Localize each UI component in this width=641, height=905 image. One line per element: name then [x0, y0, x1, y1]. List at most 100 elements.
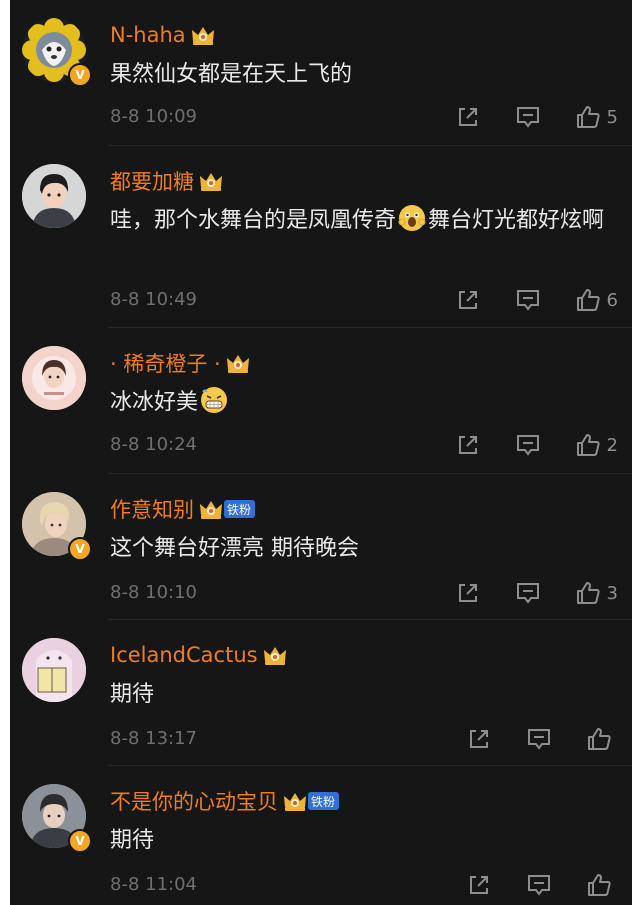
avatar[interactable] [22, 164, 86, 228]
avatar[interactable] [22, 346, 86, 410]
timestamp: 8-8 10:24 [110, 434, 197, 455]
like-button[interactable]: 5 [575, 104, 618, 130]
thumbs-up-icon [576, 289, 600, 311]
comment-item: V 作意知别 铁粉 这个舞台好漂亮 期待晚会 8-8 10:10 3 [10, 474, 632, 620]
comment-actions [432, 872, 618, 898]
crown-icon [263, 647, 286, 665]
username[interactable]: 作意知别 铁粉 [110, 494, 256, 524]
crown-icon [191, 27, 214, 45]
share-button[interactable] [466, 726, 492, 752]
reply-button[interactable] [526, 726, 552, 752]
crown-icon [226, 355, 249, 373]
share-icon [470, 730, 488, 748]
verified-badge-icon: V [68, 829, 92, 853]
comment-icon [516, 290, 539, 311]
comment-actions: 6 [421, 287, 618, 313]
reply-button[interactable] [515, 580, 541, 606]
timestamp: 8-8 10:49 [110, 289, 197, 310]
share-button[interactable] [455, 104, 481, 130]
username-text[interactable]: · 稀奇橙子 · [110, 348, 221, 378]
username[interactable]: IcelandCactus [110, 640, 288, 670]
fan-badge: 铁粉 [308, 792, 340, 810]
comment-icon [528, 729, 550, 750]
comment-text-body: 期待 [110, 828, 155, 853]
comment-item: 都要加糖 哇，那个水舞台的是凤凰传奇 舞台灯光都好炫啊 8-8 10:49 6 [10, 146, 632, 328]
username[interactable]: 都要加糖 [110, 166, 224, 196]
verified-badge-icon: V [68, 63, 92, 87]
comment-text-tail: 舞台灯光都好炫啊 [428, 208, 605, 233]
comment-icon [516, 107, 539, 128]
reply-button[interactable] [515, 104, 541, 130]
comment-icon [528, 875, 550, 896]
thumbs-up-icon [576, 582, 600, 604]
crown-icon [284, 793, 306, 811]
comment-text: 果然仙女都是在天上飞的 [110, 57, 630, 93]
reply-button[interactable] [526, 872, 552, 898]
comment-text: 冰冰好美 [110, 385, 630, 421]
comment-text: 期待 [110, 677, 630, 713]
share-icon [458, 436, 477, 454]
timestamp: 8-8 10:09 [110, 106, 197, 127]
username[interactable]: N-haha [110, 20, 216, 50]
comment-icon [516, 435, 539, 456]
comment-item: V 不是你的心动宝贝 铁粉 期待 8-8 11:04 [10, 766, 632, 905]
like-button[interactable] [586, 726, 618, 752]
comment-text-body: 果然仙女都是在天上飞的 [110, 62, 353, 87]
avatar[interactable] [22, 638, 86, 702]
comment-text: 哇，那个水舞台的是凤凰传奇 舞台灯光都好炫啊 [110, 203, 630, 239]
timestamp: 8-8 11:04 [110, 874, 197, 895]
comment-list: V N-haha 果然仙女都是在天上飞的 8-8 10:09 5 都要加糖 哇，… [10, 0, 632, 905]
comment-item: V N-haha 果然仙女都是在天上飞的 8-8 10:09 5 [10, 0, 632, 146]
thumbs-up-icon [576, 434, 600, 456]
comment-text-body: 期待 [110, 682, 155, 707]
share-icon [458, 291, 477, 309]
reply-button[interactable] [515, 432, 541, 458]
comment-text: 这个舞台好漂亮 期待晚会 [110, 531, 630, 567]
share-icon [470, 876, 488, 894]
comment-item: · 稀奇橙子 · 冰冰好美 8-8 10:24 2 [10, 328, 632, 474]
like-button[interactable]: 6 [575, 287, 618, 313]
share-button[interactable] [455, 287, 481, 313]
like-button[interactable] [586, 872, 618, 898]
verified-badge-icon: V [68, 537, 92, 561]
share-icon [458, 584, 477, 602]
like-button[interactable]: 2 [575, 432, 618, 458]
like-count: 5 [606, 106, 618, 128]
username[interactable]: · 稀奇橙子 · [110, 348, 251, 378]
share-button[interactable] [455, 580, 481, 606]
comment-actions [432, 726, 618, 752]
username-text[interactable]: 都要加糖 [110, 166, 194, 196]
username-text[interactable]: 作意知别 [110, 494, 194, 524]
share-icon [458, 108, 477, 126]
username[interactable]: 不是你的心动宝贝 铁粉 [110, 786, 340, 816]
scream-face-icon [398, 205, 426, 231]
like-button[interactable]: 3 [575, 580, 618, 606]
comment-text: 期待 [110, 823, 630, 859]
username-text[interactable]: 不是你的心动宝贝 [110, 786, 278, 816]
comment-actions: 3 [421, 580, 618, 606]
like-count: 2 [606, 434, 618, 456]
share-button[interactable] [455, 432, 481, 458]
comment-actions: 2 [421, 432, 618, 458]
crown-icon [200, 173, 222, 191]
fan-badge: 铁粉 [224, 500, 256, 518]
grimace-face-icon [201, 387, 228, 413]
username-text[interactable]: IcelandCactus [110, 643, 258, 667]
share-button[interactable] [466, 872, 492, 898]
comment-text-body: 冰冰好美 [110, 390, 199, 415]
comment-actions: 5 [421, 104, 618, 130]
thumbs-up-icon [588, 874, 611, 896]
comment-item: IcelandCactus 期待 8-8 13:17 [10, 620, 632, 766]
reply-button[interactable] [515, 287, 541, 313]
crown-icon [200, 501, 222, 519]
timestamp: 8-8 10:10 [110, 582, 197, 603]
comment-icon [516, 583, 539, 604]
username-text[interactable]: N-haha [110, 23, 186, 47]
like-count: 6 [606, 289, 618, 311]
thumbs-up-icon [588, 728, 611, 750]
comment-text-body: 这个舞台好漂亮 期待晚会 [110, 536, 359, 561]
like-count: 3 [606, 582, 618, 604]
timestamp: 8-8 13:17 [110, 728, 197, 749]
comment-text-body: 哇，那个水舞台的是凤凰传奇 [110, 208, 397, 233]
thumbs-up-icon [576, 106, 600, 128]
